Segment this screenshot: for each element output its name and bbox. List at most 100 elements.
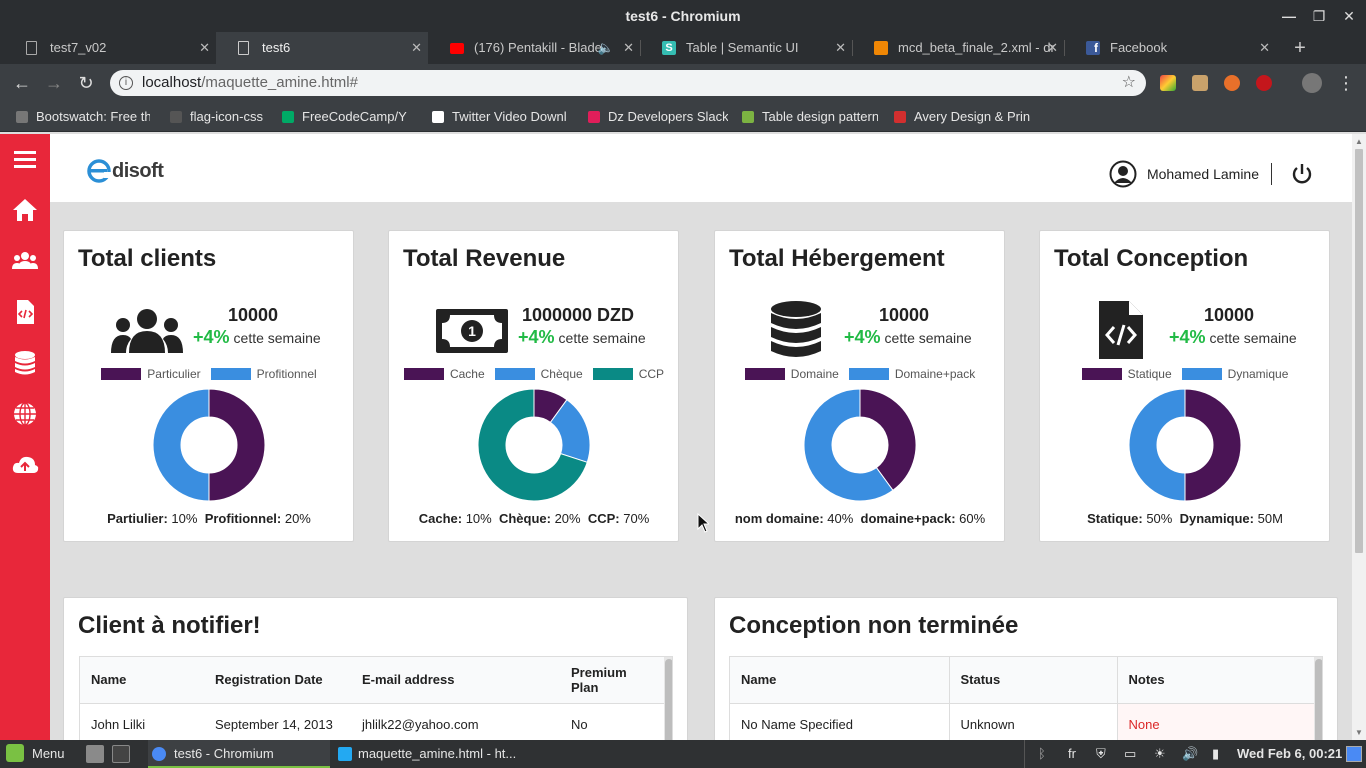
cloud-upload-icon[interactable] [11, 451, 39, 479]
column-header[interactable]: Status [949, 657, 1118, 704]
legend-item[interactable]: Cache [403, 367, 485, 381]
tab-semantic-ui[interactable]: S Table | Semantic UI ✕ [640, 32, 852, 64]
legend-item[interactable]: Statique [1081, 367, 1172, 381]
taskbar-window-editor[interactable]: maquette_amine.html - ht... [334, 740, 520, 768]
legend-item[interactable]: Domaine+pack [848, 367, 975, 381]
edisoft-logo[interactable]: disoft [86, 156, 164, 186]
back-icon[interactable]: ← [8, 64, 36, 102]
taskbar-window-chromium[interactable]: test6 - Chromium [148, 740, 330, 768]
legend-item[interactable]: Chèque [494, 367, 583, 381]
donut-slice-profitionnel[interactable] [153, 389, 210, 501]
file-code-icon[interactable] [11, 298, 39, 326]
tab-divider [1064, 40, 1065, 56]
bookmark-dz-slack[interactable]: Dz Developers Slack [588, 102, 728, 132]
notify-table-container[interactable]: Name Registration Date E-mail address Pr… [79, 656, 673, 740]
address-bar[interactable]: i localhost/maquette_amine.html# ☆ [110, 70, 1146, 96]
table-row[interactable]: John Lilki September 14, 2013 jhlilk22@y… [80, 703, 664, 740]
legend-item[interactable]: Dynamique [1181, 367, 1288, 381]
power-logout-icon[interactable] [1290, 162, 1314, 186]
close-tab-icon[interactable]: ✕ [199, 32, 210, 64]
hamburger-menu-icon[interactable] [11, 146, 39, 174]
donut-slice-particulier[interactable] [208, 389, 265, 501]
tab-test7[interactable]: test7_v02 ✕ [4, 32, 216, 64]
table-scrollbar[interactable] [664, 657, 672, 740]
column-header[interactable]: Notes [1117, 657, 1314, 704]
notification-icon[interactable]: ▭ [1124, 740, 1136, 768]
card-title: Conception non terminée [729, 612, 1019, 639]
audio-icon[interactable]: 🔈 [598, 32, 614, 64]
bookmark-twitter-video[interactable]: Twitter Video Downl [432, 102, 572, 132]
new-tab-button[interactable]: + [1288, 32, 1312, 64]
reload-icon[interactable]: ↻ [72, 64, 100, 102]
conception-table-container[interactable]: Name Status Notes No Name Specified Unkn… [729, 656, 1323, 740]
user-menu[interactable]: Mohamed Lamine [1109, 160, 1272, 188]
close-tab-icon[interactable]: ✕ [1259, 32, 1270, 64]
close-window-icon[interactable]: ✕ [1334, 0, 1364, 32]
close-tab-icon[interactable]: ✕ [1047, 32, 1058, 64]
page-icon [26, 41, 37, 55]
bookmark-flag-icon-css[interactable]: flag-icon-css [170, 102, 270, 132]
column-header[interactable]: Registration Date [204, 657, 351, 704]
start-menu-button[interactable]: Menu [6, 740, 65, 768]
page-scrollbar[interactable]: ▲ ▼ [1352, 134, 1366, 740]
bookmark-star-icon[interactable]: ☆ [1122, 70, 1136, 96]
legend-item[interactable]: Profitionnel [210, 367, 317, 381]
column-header[interactable]: E-mail address [351, 657, 560, 704]
workspace-switcher[interactable] [1346, 746, 1362, 762]
maximize-icon[interactable]: ❐ [1304, 0, 1334, 32]
lightbulb-icon[interactable]: ☀ [1154, 740, 1166, 768]
adblock-icon[interactable] [1256, 75, 1272, 91]
bluetooth-icon[interactable]: ᛒ [1038, 740, 1046, 768]
profile-avatar[interactable] [1302, 73, 1322, 93]
battery-icon[interactable]: ▮ [1212, 740, 1219, 768]
bookmark-table-design[interactable]: Table design pattern [742, 102, 878, 132]
close-tab-icon[interactable]: ✕ [835, 32, 846, 64]
shield-icon[interactable]: ⛨ [1096, 740, 1106, 768]
home-icon[interactable] [11, 196, 39, 224]
info-icon[interactable]: i [119, 76, 133, 90]
legend-item[interactable]: Particulier [101, 367, 201, 381]
forward-icon[interactable]: → [40, 64, 68, 102]
legend-item[interactable]: CCP [592, 367, 664, 381]
database-icon[interactable] [11, 349, 39, 377]
terminal-icon[interactable] [112, 745, 130, 763]
donut-chart[interactable] [804, 389, 916, 501]
volume-icon[interactable]: 🔊 [1182, 740, 1198, 768]
column-header[interactable]: Name [730, 657, 950, 704]
donut-chart[interactable] [153, 389, 265, 501]
users-icon[interactable] [11, 247, 39, 275]
close-tab-icon[interactable]: ✕ [623, 32, 634, 64]
tab-test6[interactable]: test6 ✕ [216, 32, 428, 64]
extension-icon[interactable] [1192, 75, 1208, 91]
bookmark-bootswatch[interactable]: Bootswatch: Free th [16, 102, 150, 132]
globe-icon[interactable] [11, 400, 39, 428]
page-scrollbar-thumb[interactable] [1355, 149, 1363, 553]
legend-item[interactable]: Domaine [744, 367, 839, 381]
donut-chart[interactable] [478, 389, 590, 501]
show-desktop-icon[interactable] [86, 745, 104, 763]
close-tab-icon[interactable]: ✕ [411, 32, 422, 64]
minimize-icon[interactable]: — [1274, 0, 1304, 32]
extension-icon[interactable] [1224, 75, 1240, 91]
donut-slice-dynamique[interactable] [1129, 389, 1186, 501]
table-scrollbar-thumb[interactable] [665, 659, 672, 740]
column-header[interactable]: Premium Plan [560, 657, 664, 704]
scroll-down-icon[interactable]: ▼ [1355, 728, 1363, 737]
table-scrollbar-thumb[interactable] [1315, 659, 1322, 740]
keyboard-layout[interactable]: fr [1068, 740, 1076, 768]
bookmark-avery[interactable]: Avery Design & Prin [894, 102, 1034, 132]
table-scrollbar[interactable] [1314, 657, 1322, 740]
menu-dots-icon[interactable]: ⋮ [1332, 64, 1360, 102]
bookmark-freecodecamp[interactable]: FreeCodeCamp/Y [282, 102, 414, 132]
donut-chart[interactable] [1129, 389, 1241, 501]
donut-slice-statique[interactable] [1184, 389, 1241, 501]
user-divider [1271, 163, 1272, 185]
tab-drawio[interactable]: mcd_beta_finale_2.xml - dr ✕ [852, 32, 1064, 64]
tab-youtube[interactable]: (176) Pentakill - Blade 🔈 ✕ [428, 32, 640, 64]
scroll-up-icon[interactable]: ▲ [1355, 137, 1363, 146]
clock[interactable]: Wed Feb 6, 00:21 [1237, 740, 1342, 768]
table-row[interactable]: No Name Specified Unknown None [730, 703, 1314, 740]
column-header[interactable]: Name [80, 657, 204, 704]
extension-icon[interactable] [1160, 75, 1176, 91]
tab-facebook[interactable]: f Facebook ✕ [1064, 32, 1276, 64]
